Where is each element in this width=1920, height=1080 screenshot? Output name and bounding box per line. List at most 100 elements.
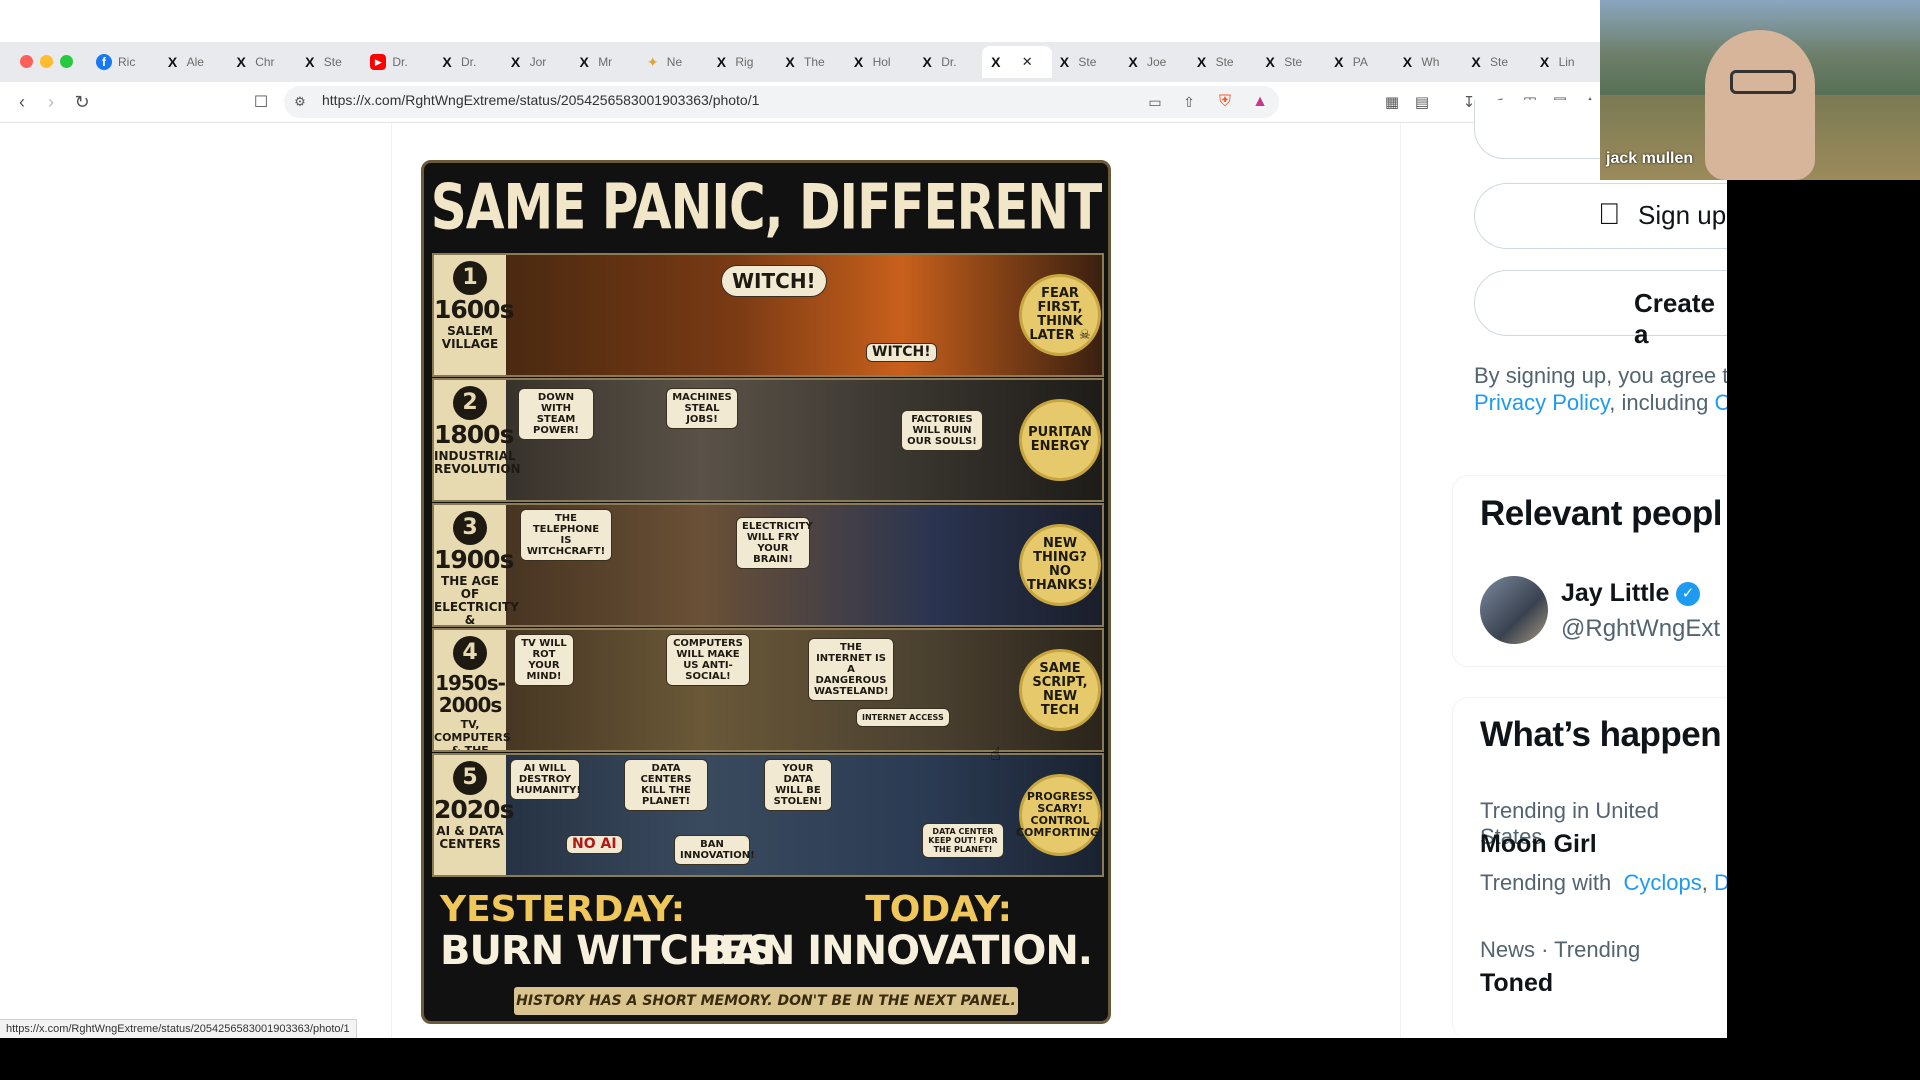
- tab-groups-icon[interactable]: ▤: [1410, 90, 1434, 114]
- poster-panel-4: 4 1950s-2000s TV, COMPUTERS & THE INTERN…: [432, 628, 1104, 752]
- screen-label: INTERNET ACCESS: [856, 708, 950, 727]
- speech-bubble: DATA CENTERS KILL THE PLANET!: [624, 759, 708, 811]
- panel-era: 2 1800s INDUSTRIAL REVOLUTION: [434, 380, 521, 500]
- apple-icon: : [1598, 198, 1621, 232]
- panel-number: 4: [453, 636, 487, 670]
- panel-scene: TV WILL ROT YOUR MIND! COMPUTERS WILL MA…: [506, 630, 1016, 750]
- brave-rewards-icon[interactable]: ▲: [1248, 90, 1272, 114]
- back-arrow-icon[interactable]: ‹: [10, 90, 34, 114]
- x-logo-icon: X: [1265, 54, 1275, 70]
- trend-name[interactable]: Moon Girl: [1480, 830, 1597, 859]
- tab-label: Chr: [255, 55, 275, 69]
- relevant-people-heading: Relevant peopl: [1480, 494, 1722, 533]
- youtube-icon: ▶: [370, 54, 387, 70]
- today-label: TODAY:: [865, 889, 1012, 930]
- browser-tab[interactable]: X Wh: [1393, 46, 1459, 78]
- reload-icon[interactable]: ↻: [70, 90, 94, 114]
- maximize-window-button[interactable]: [60, 55, 73, 68]
- url-text: https://x.com/RghtWngExtreme/status/2054…: [322, 92, 760, 108]
- site-settings-icon[interactable]: ⚙: [288, 90, 312, 114]
- privacy-policy-link[interactable]: Privacy Policy: [1474, 390, 1609, 415]
- glasses-icon: [1730, 70, 1796, 94]
- terms-text: , including: [1609, 390, 1709, 415]
- post-image[interactable]: SAME PANIC, DIFFERENT CENTURY 1 1600s SA…: [421, 160, 1111, 1024]
- browser-tab[interactable]: X ✕: [981, 46, 1052, 78]
- x-logo-icon: X: [1059, 54, 1070, 70]
- trend-related-link[interactable]: Cyclops: [1623, 870, 1701, 895]
- whats-happening-heading: What’s happen: [1480, 715, 1722, 754]
- mouse-cursor-icon: ☝: [990, 744, 1001, 764]
- sign-up-apple-label: Sign up: [1638, 200, 1727, 230]
- panel-subtitle: TV, COMPUTERS & THE INTERNET: [434, 718, 511, 752]
- browser-tab[interactable]: X PA: [1325, 46, 1391, 78]
- panel-badge: SAME SCRIPT, NEW TECH: [1022, 652, 1098, 728]
- brave-shield-icon[interactable]: ⛨: [1213, 90, 1237, 114]
- panel-number: 5: [453, 761, 487, 795]
- trend-context: News · Trending: [1480, 937, 1641, 962]
- sign-text: WITCH!: [866, 343, 937, 362]
- browser-tab[interactable]: X Rig: [707, 46, 773, 78]
- bookmark-icon[interactable]: ☐: [249, 90, 273, 114]
- tab-label: Ste: [1490, 55, 1509, 69]
- tab-label: PA: [1352, 55, 1368, 69]
- close-window-button[interactable]: [20, 55, 33, 68]
- x-logo-icon: X: [1402, 54, 1413, 70]
- browser-tab[interactable]: X Ste: [1188, 46, 1254, 78]
- extensions-icon[interactable]: ▦: [1380, 90, 1404, 114]
- cast-icon[interactable]: ▭: [1143, 90, 1167, 114]
- x-logo-icon: X: [853, 54, 864, 70]
- speech-bubble: FACTORIES WILL RUIN OUR SOULS!: [901, 410, 983, 451]
- browser-tab[interactable]: X Mr: [570, 46, 636, 78]
- browser-tab[interactable]: X Ste: [1462, 46, 1528, 78]
- x-logo-icon: X: [510, 54, 521, 70]
- browser-window: f Ric X Ale X Chr X Ste ▶ Dr. X Dr. X Jor X Mr ✦ Ne X Rig X T…: [0, 0, 1727, 1038]
- person-name[interactable]: Jay Little: [1561, 579, 1669, 608]
- browser-tab[interactable]: X Hol: [845, 46, 911, 78]
- minimize-window-button[interactable]: [40, 55, 53, 68]
- browser-tab[interactable]: X Jor: [502, 46, 568, 78]
- today-text: BAN INNOVATION.: [702, 928, 1093, 974]
- panel-year: 1900s: [434, 545, 514, 574]
- browser-tab[interactable]: f Ric: [90, 46, 156, 78]
- browser-tab[interactable]: ✦ Ne: [639, 46, 705, 78]
- poster-panel-3: 3 1900s THE AGE OF ELECTRICITY & TELEPHO…: [432, 503, 1104, 627]
- cookie-policy-link[interactable]: C: [1715, 390, 1728, 415]
- speech-bubble: COMPUTERS WILL MAKE US ANTI-SOCIAL!: [666, 634, 750, 686]
- panel-badge: PURITAN ENERGY: [1022, 402, 1098, 478]
- trend-separator: ,: [1701, 870, 1708, 895]
- browser-tab[interactable]: X Ste: [1256, 46, 1322, 78]
- avatar[interactable]: [1480, 576, 1548, 644]
- browser-tab[interactable]: X The: [776, 46, 842, 78]
- panel-subtitle: AI & DATA CENTERS: [436, 824, 504, 851]
- tab-label: Ste: [1284, 55, 1303, 69]
- browser-tab[interactable]: X Chr: [227, 46, 293, 78]
- webcam-person: [1705, 30, 1815, 180]
- browser-tab[interactable]: X Joe: [1119, 46, 1185, 78]
- trend-name[interactable]: Toned: [1480, 969, 1553, 998]
- x-logo-icon: X: [236, 54, 246, 70]
- browser-tab[interactable]: X Lin: [1531, 46, 1597, 78]
- column-divider: [391, 123, 392, 1038]
- browser-tab[interactable]: X Ste: [296, 46, 362, 78]
- today-caption: TODAY: BAN INNOVATION.: [702, 889, 1093, 974]
- tab-label: Ric: [118, 55, 136, 69]
- tab-label: Joe: [1147, 55, 1167, 69]
- tab-label: Wh: [1421, 55, 1440, 69]
- speech-bubble: YOUR DATA WILL BE STOLEN!: [764, 759, 832, 811]
- x-logo-icon: X: [442, 54, 452, 70]
- share-icon[interactable]: ⇧: [1177, 90, 1201, 114]
- x-logo-icon: X: [922, 54, 932, 70]
- panel-era: 3 1900s THE AGE OF ELECTRICITY & TELEPHO…: [434, 505, 519, 625]
- close-tab-icon[interactable]: ✕: [1022, 54, 1033, 70]
- browser-tab[interactable]: X Ale: [159, 46, 225, 78]
- browser-tab[interactable]: X Dr.: [433, 46, 499, 78]
- forward-arrow-icon[interactable]: ›: [39, 90, 63, 114]
- speech-bubble: DOWN WITH STEAM POWER!: [518, 388, 594, 440]
- browser-tab[interactable]: X Ste: [1050, 46, 1116, 78]
- panel-scene: THE TELEPHONE IS WITCHCRAFT! ELECTRICITY…: [506, 505, 1016, 625]
- tab-label: Dr.: [941, 55, 957, 69]
- browser-tab[interactable]: X Dr.: [913, 46, 979, 78]
- terms-text: By signing up, you agree t: [1474, 363, 1727, 388]
- trend-related-link[interactable]: D: [1714, 870, 1727, 895]
- browser-tab[interactable]: ▶ Dr.: [364, 46, 430, 78]
